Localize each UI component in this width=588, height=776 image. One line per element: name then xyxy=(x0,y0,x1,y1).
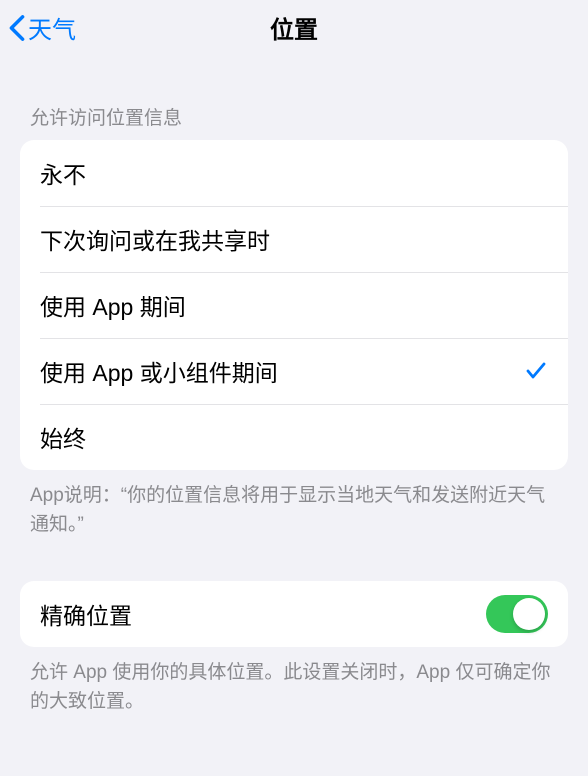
option-label: 使用 App 期间 xyxy=(40,288,186,322)
option-while-using-app[interactable]: 使用 App 期间 xyxy=(20,272,568,338)
checkmark-icon xyxy=(524,359,548,383)
option-while-using-app-or-widget[interactable]: 使用 App 或小组件期间 xyxy=(20,338,568,404)
section-header-location-access: 允许访问位置信息 xyxy=(0,55,588,140)
option-label: 下次询问或在我共享时 xyxy=(40,222,270,256)
section-footer-precise-location: 允许 App 使用你的具体位置。此设置关闭时，App 仅可确定你的大致位置。 xyxy=(0,647,588,716)
option-ask-next-time[interactable]: 下次询问或在我共享时 xyxy=(20,206,568,272)
precise-location-group: 精确位置 xyxy=(20,581,568,647)
location-access-options: 永不 下次询问或在我共享时 使用 App 期间 使用 App 或小组件期间 始终 xyxy=(20,140,568,470)
precise-location-row[interactable]: 精确位置 xyxy=(20,581,568,647)
option-label: 始终 xyxy=(40,420,86,454)
option-label: 使用 App 或小组件期间 xyxy=(40,354,278,388)
option-label: 永不 xyxy=(40,156,86,190)
section-footer-app-explanation: App说明：“你的位置信息将用于显示当地天气和发送附近天气通知。” xyxy=(0,470,588,539)
option-never[interactable]: 永不 xyxy=(20,140,568,206)
precise-location-toggle[interactable] xyxy=(486,595,548,633)
option-always[interactable]: 始终 xyxy=(20,404,568,470)
precise-location-label: 精确位置 xyxy=(40,597,132,631)
back-label: 天气 xyxy=(28,10,76,45)
page-title: 位置 xyxy=(270,10,318,45)
back-button[interactable]: 天气 xyxy=(8,10,76,45)
chevron-left-icon xyxy=(8,14,26,42)
toggle-knob xyxy=(513,598,545,630)
nav-bar: 天气 位置 xyxy=(0,0,588,55)
